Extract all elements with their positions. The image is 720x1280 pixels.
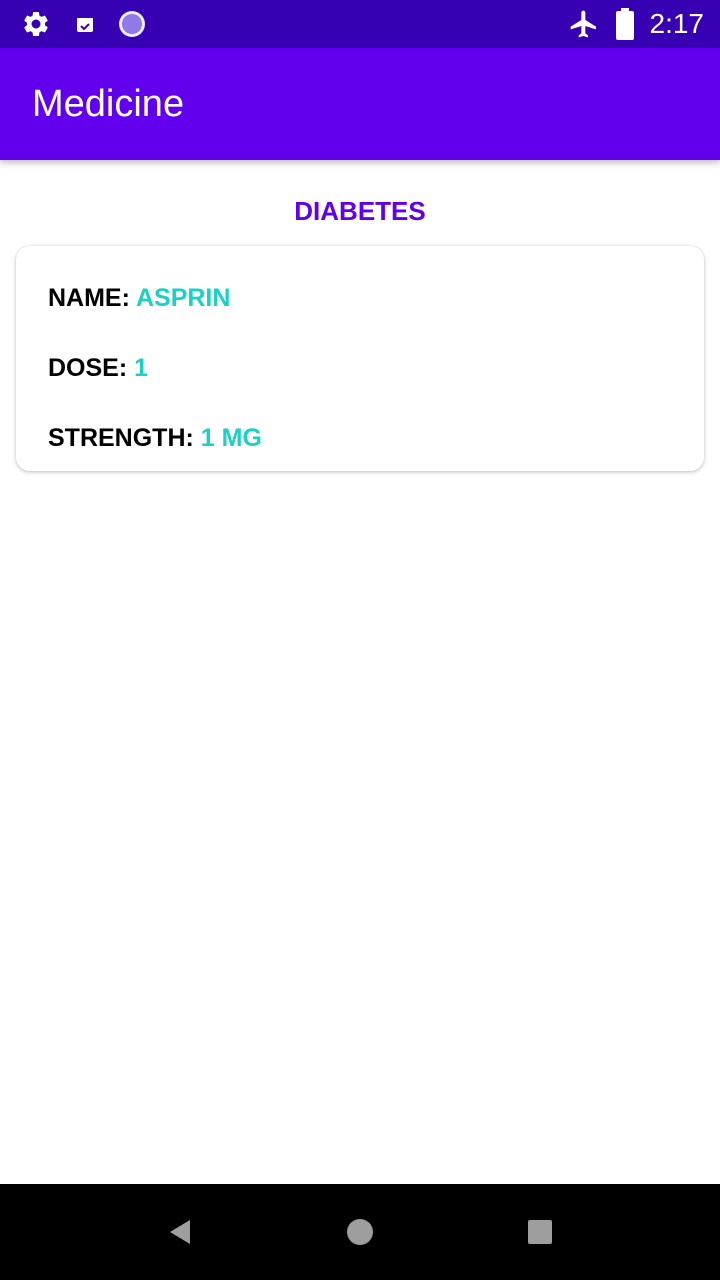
app-title: Medicine (32, 83, 185, 125)
medicine-strength-label: STRENGTH: (48, 424, 194, 452)
status-time: 2:17 (649, 8, 705, 39)
navigation-bar (0, 1184, 720, 1280)
medicine-dose-label: DOSE: (48, 354, 128, 382)
back-icon[interactable] (156, 1208, 204, 1256)
calendar-check-icon (72, 0, 98, 48)
medicine-name-row: NAME: ASPRIN (48, 284, 230, 313)
medicine-name-value: ASPRIN (135, 284, 231, 312)
gear-icon (18, 0, 54, 48)
sync-circle-icon (114, 0, 150, 48)
home-icon[interactable] (336, 1208, 384, 1256)
medicine-strength-row: STRENGTH: 1 MG (48, 424, 262, 453)
airplane-mode-icon (566, 0, 602, 48)
medicine-card[interactable]: NAME: ASPRIN DOSE: 1 STRENGTH: 1 MG (16, 246, 704, 471)
medicine-strength-value: 1 MG (200, 424, 262, 452)
category-title: DIABETES (294, 196, 426, 226)
medicine-name-label: NAME: (48, 284, 130, 312)
status-bar: 2:17 (0, 0, 720, 48)
app-bar: Medicine (0, 48, 720, 160)
medicine-dose-value: 1 (134, 354, 149, 382)
recents-icon[interactable] (516, 1208, 564, 1256)
medicine-dose-row: DOSE: 1 (48, 354, 148, 383)
battery-icon (612, 0, 638, 48)
